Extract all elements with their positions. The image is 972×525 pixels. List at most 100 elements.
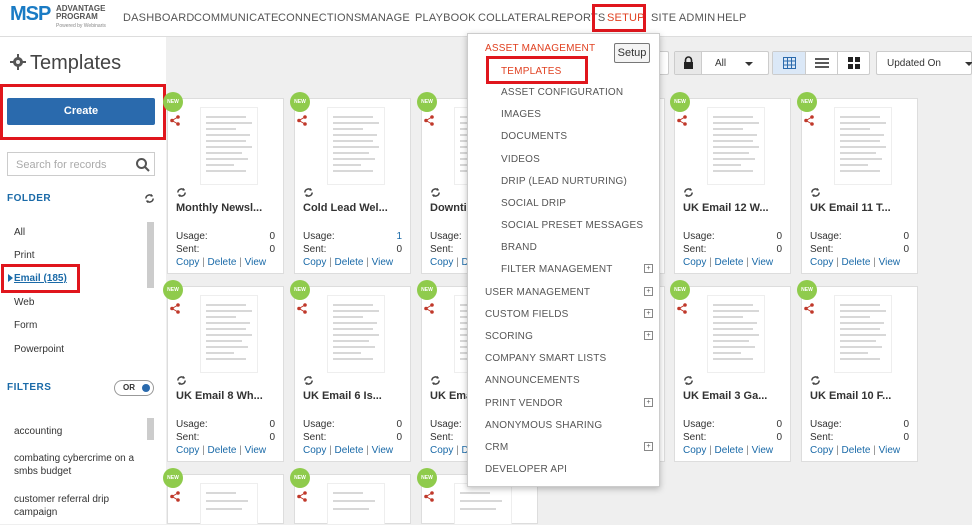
template-card[interactable]: Cold Lead Wel... Usage: 1 Sent: 0 Copy | Dele…: [294, 98, 411, 274]
sync-icon[interactable]: [810, 375, 821, 386]
copy-link[interactable]: Copy: [430, 257, 453, 268]
menu-videos[interactable]: VIDEOS: [501, 154, 540, 165]
copy-link[interactable]: Copy: [176, 445, 199, 456]
share-icon[interactable]: [297, 115, 307, 126]
template-thumbnail[interactable]: [327, 295, 385, 373]
menu-announcements[interactable]: ANNOUNCEMENTS: [485, 375, 580, 386]
expand-icon[interactable]: +: [644, 331, 653, 340]
nav-help[interactable]: HELP: [717, 12, 747, 24]
folder-item-print[interactable]: Print: [14, 250, 35, 261]
folder-item-all[interactable]: All: [14, 227, 25, 238]
template-thumbnail[interactable]: [707, 107, 765, 185]
delete-link[interactable]: Delete: [842, 445, 871, 456]
nav-communicate[interactable]: COMMUNICATE: [194, 12, 279, 24]
template-thumbnail[interactable]: [200, 107, 258, 185]
share-icon[interactable]: [424, 491, 434, 502]
brand-logo[interactable]: MSP ADVANTAGE PROGRAM Powered by Webinari…: [10, 3, 120, 33]
share-icon[interactable]: [170, 303, 180, 314]
expand-icon[interactable]: +: [644, 398, 653, 407]
template-card[interactable]: UK Email 8 Wh... Usage: 0 Sent: 0 Copy | Dele…: [167, 286, 284, 462]
nav-manage[interactable]: MANAGE: [361, 12, 410, 24]
expand-icon[interactable]: +: [644, 287, 653, 296]
sync-icon[interactable]: [810, 187, 821, 198]
menu-anonymous-sharing[interactable]: ANONYMOUS SHARING: [485, 420, 602, 431]
template-thumbnail[interactable]: [454, 483, 512, 525]
nav-site-admin[interactable]: SITE ADMIN: [651, 12, 715, 24]
menu-scoring[interactable]: SCORING: [485, 331, 533, 342]
menu-documents[interactable]: DOCUMENTS: [501, 131, 567, 142]
refresh-icon[interactable]: [144, 193, 155, 204]
menu-images[interactable]: IMAGES: [501, 109, 541, 120]
copy-link[interactable]: Copy: [810, 445, 833, 456]
template-thumbnail[interactable]: [200, 295, 258, 373]
sync-icon[interactable]: [683, 187, 694, 198]
copy-link[interactable]: Copy: [810, 257, 833, 268]
menu-brand[interactable]: BRAND: [501, 242, 537, 253]
copy-link[interactable]: Copy: [303, 257, 326, 268]
template-thumbnail[interactable]: [834, 107, 892, 185]
template-thumbnail[interactable]: [834, 295, 892, 373]
copy-link[interactable]: Copy: [683, 257, 706, 268]
share-icon[interactable]: [424, 115, 434, 126]
menu-asset-management[interactable]: ASSET MANAGEMENT: [485, 43, 595, 54]
view-link[interactable]: View: [372, 445, 394, 456]
copy-link[interactable]: Copy: [683, 445, 706, 456]
template-card[interactable]: UK Email 11 T... Usage: 0 Sent: 0 Copy | Dele…: [801, 98, 918, 274]
delete-link[interactable]: Delete: [842, 257, 871, 268]
sync-icon[interactable]: [430, 375, 441, 386]
nav-dashboard[interactable]: DASHBOARD: [123, 12, 194, 24]
sort-select[interactable]: Updated On: [876, 51, 972, 75]
template-card[interactable]: Monthly Newsl... Usage: 0 Sent: 0 Copy | Dele…: [167, 98, 284, 274]
menu-developer-api[interactable]: DEVELOPER API: [485, 464, 567, 475]
list-view-button[interactable]: [806, 52, 838, 74]
template-thumbnail[interactable]: [327, 483, 385, 525]
filters-scrollbar[interactable]: [147, 418, 154, 440]
template-card[interactable]: UK Email 10 F... Usage: 0 Sent: 0 Copy | Dele…: [801, 286, 918, 462]
share-icon[interactable]: [424, 303, 434, 314]
view-link[interactable]: View: [245, 445, 267, 456]
scope-select[interactable]: All: [674, 51, 769, 75]
sync-icon[interactable]: [430, 187, 441, 198]
expand-icon[interactable]: +: [644, 264, 653, 273]
sync-icon[interactable]: [303, 187, 314, 198]
copy-link[interactable]: Copy: [430, 445, 453, 456]
filter-item[interactable]: customer referral drip campaign: [14, 493, 144, 519]
delete-link[interactable]: Delete: [208, 257, 237, 268]
share-icon[interactable]: [170, 115, 180, 126]
template-card[interactable]: UK Email 6 Is... Usage: 0 Sent: 0 Copy | Dele…: [294, 286, 411, 462]
filter-item[interactable]: accounting: [14, 425, 144, 438]
menu-custom-fields[interactable]: CUSTOM FIELDS: [485, 309, 569, 320]
copy-link[interactable]: Copy: [303, 445, 326, 456]
delete-link[interactable]: Delete: [715, 445, 744, 456]
menu-user-management[interactable]: USER MANAGEMENT: [485, 287, 590, 298]
template-thumbnail[interactable]: [327, 107, 385, 185]
view-link[interactable]: View: [245, 257, 267, 268]
folder-scrollbar[interactable]: [147, 222, 154, 288]
view-link[interactable]: View: [879, 445, 901, 456]
filter-item[interactable]: combating cybercrime on a smbs budget: [14, 452, 144, 478]
view-link[interactable]: View: [752, 445, 774, 456]
template-thumbnail[interactable]: [707, 295, 765, 373]
sync-icon[interactable]: [683, 375, 694, 386]
folder-item-powerpoint[interactable]: Powerpoint: [14, 344, 64, 355]
share-icon[interactable]: [677, 303, 687, 314]
template-thumbnail[interactable]: [200, 483, 258, 525]
view-link[interactable]: View: [372, 257, 394, 268]
share-icon[interactable]: [804, 115, 814, 126]
template-card[interactable]: UK Email 3 Ga... Usage: 0 Sent: 0 Copy | Dele…: [674, 286, 791, 462]
share-icon[interactable]: [170, 491, 180, 502]
sync-icon[interactable]: [176, 375, 187, 386]
sync-icon[interactable]: [303, 375, 314, 386]
menu-drip[interactable]: DRIP (LEAD NURTURING): [501, 176, 627, 187]
sync-icon[interactable]: [176, 187, 187, 198]
share-icon[interactable]: [297, 491, 307, 502]
share-icon[interactable]: [297, 303, 307, 314]
view-link[interactable]: View: [879, 257, 901, 268]
menu-asset-configuration[interactable]: ASSET CONFIGURATION: [501, 87, 623, 98]
menu-company-smart-lists[interactable]: COMPANY SMART LISTS: [485, 353, 606, 364]
share-icon[interactable]: [804, 303, 814, 314]
template-card[interactable]: UK Email 12 W... Usage: 0 Sent: 0 Copy | Dele…: [674, 98, 791, 274]
delete-link[interactable]: Delete: [715, 257, 744, 268]
template-card[interactable]: [294, 474, 411, 525]
folder-item-web[interactable]: Web: [14, 297, 34, 308]
